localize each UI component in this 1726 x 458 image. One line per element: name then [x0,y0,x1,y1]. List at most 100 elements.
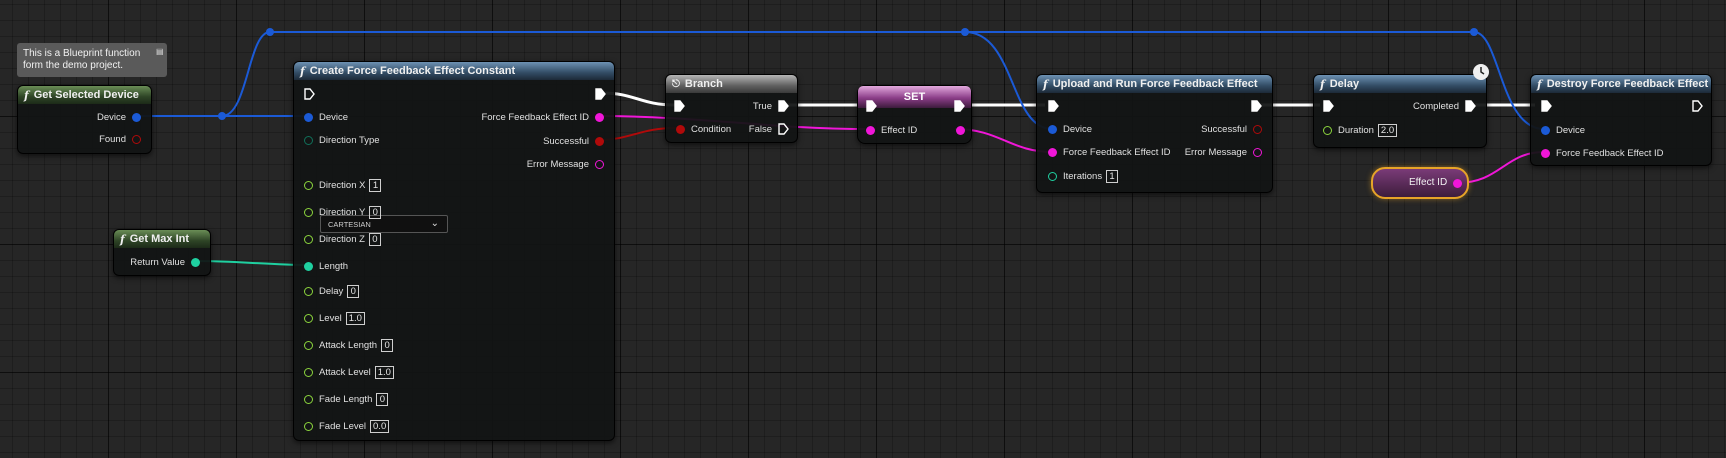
node-header[interactable]: f Get Selected Device [18,86,151,104]
iterations-value-box[interactable]: 1 [1106,169,1119,183]
reroute-knot[interactable] [1470,28,1478,36]
pin-direction-y-in[interactable]: Direction Y 0 [304,205,382,219]
effect-id-pin-icon[interactable] [1453,179,1462,188]
pin-direction-x-in[interactable]: Direction X 1 [304,178,382,192]
exec-out-pin-icon[interactable] [954,100,965,112]
int-pin-icon[interactable] [304,261,313,271]
exec-out-pin-icon[interactable] [1251,100,1262,112]
exec-in-pin-icon[interactable] [1048,100,1059,112]
node-upload-and-run-force-feedback-effect[interactable]: f Upload and Run Force Feedback Effect De… [1036,74,1273,193]
node-create-force-feedback-effect-constant[interactable]: f Create Force Feedback Effect Constant D… [293,61,615,441]
float-pin-icon[interactable] [304,286,313,296]
node-header[interactable]: f Delay [1314,75,1486,93]
fade-level-value-box[interactable]: 0.0 [370,419,390,433]
float-pin-icon[interactable] [304,421,313,431]
exec-in-pin-icon[interactable] [674,100,685,112]
exec-in-pin-icon[interactable] [1541,100,1552,112]
pin-found-out[interactable]: Found [99,132,141,146]
pin-device-in[interactable]: Device [1048,122,1092,136]
struct-pin-icon[interactable] [1541,125,1550,135]
struct-pin-icon[interactable] [304,112,313,122]
float-pin-icon[interactable] [304,180,313,190]
int-pin-icon[interactable] [191,257,200,267]
pin-length-in[interactable]: Length [304,259,348,273]
duration-value-box[interactable]: 2.0 [1377,123,1398,137]
effect-id-pin-icon[interactable] [866,125,875,135]
float-pin-icon[interactable] [304,234,313,244]
int-pin-icon[interactable] [1048,171,1057,181]
exec-out-pin-icon[interactable] [1692,100,1703,112]
delay-value-box[interactable]: 0 [347,284,360,298]
pin-false-out[interactable]: False [749,122,789,136]
direction-z-value-box[interactable]: 0 [368,232,381,246]
pin-fade-length-in[interactable]: Fade Length 0 [304,392,389,406]
node-header[interactable]: ⎋ Branch [666,75,797,93]
node-get-max-int[interactable]: f Get Max Int Return Value [113,229,211,276]
pin-duration-in[interactable]: Duration 2.0 [1323,123,1398,137]
pin-delay-in[interactable]: Delay 0 [304,284,360,298]
attack-level-value-box[interactable]: 1.0 [374,365,394,379]
node-header[interactable]: f Create Force Feedback Effect Constant [294,62,614,80]
float-pin-icon[interactable] [1323,125,1332,135]
node-effect-id-variable[interactable]: Effect ID [1371,167,1469,199]
string-pin-icon[interactable] [1253,147,1262,157]
exec-out-pin-icon[interactable] [595,88,606,100]
node-header[interactable]: f Destroy Force Feedback Effect [1531,75,1711,93]
pin-attack-level-in[interactable]: Attack Level 1.0 [304,365,394,379]
direction-y-value-box[interactable]: 0 [369,205,382,219]
pin-iterations-in[interactable]: Iterations 1 [1048,169,1119,183]
pin-error-message-out[interactable]: Error Message [527,157,604,171]
pin-level-in[interactable]: Level 1.0 [304,311,365,325]
pin-effect-id-in[interactable]: Force Feedback Effect ID [1048,145,1171,159]
struct-pin-icon[interactable] [132,112,141,122]
reroute-knot[interactable] [961,28,969,36]
comment-bubble-icon[interactable]: ▤ [156,47,164,57]
effect-id-out-pin-icon[interactable] [956,126,965,135]
exec-out-pin-icon[interactable] [778,100,789,112]
level-value-box[interactable]: 1.0 [345,311,365,325]
exec-in-pin-icon[interactable] [304,88,315,100]
exec-in-pin-icon[interactable] [866,100,877,112]
float-pin-icon[interactable] [304,394,313,404]
comment-box[interactable]: This is a Blueprint function form the de… [17,43,167,77]
exec-in-pin-icon[interactable] [1323,100,1334,112]
float-pin-icon[interactable] [304,340,313,350]
effect-id-pin-icon[interactable] [1048,147,1057,157]
pin-error-message-out[interactable]: Error Message [1185,145,1262,159]
pin-direction-type-in[interactable]: Direction Type [304,133,380,147]
effect-id-pin-icon[interactable] [595,112,604,122]
effect-id-pin-icon[interactable] [1541,148,1550,158]
reroute-knot[interactable] [218,112,226,120]
pin-fade-level-in[interactable]: Fade Level 0.0 [304,419,390,433]
string-pin-icon[interactable] [595,159,604,169]
pin-completed-out[interactable]: Completed [1413,99,1476,113]
pin-device-out[interactable]: Device [97,110,141,124]
node-branch[interactable]: ⎋ Branch Condition True False [665,74,798,143]
exec-out-pin-icon[interactable] [778,123,789,135]
pin-true-out[interactable]: True [753,99,789,113]
pin-attack-length-in[interactable]: Attack Length 0 [304,338,394,352]
pin-return-value-out[interactable]: Return Value [130,255,200,269]
pin-direction-z-in[interactable]: Direction Z 0 [304,232,381,246]
pin-effect-id-in[interactable]: Effect ID [866,123,917,137]
struct-pin-icon[interactable] [1048,124,1057,134]
float-pin-icon[interactable] [304,207,313,217]
pin-effect-id-in[interactable]: Force Feedback Effect ID [1541,146,1664,160]
fade-length-value-box[interactable]: 0 [376,392,389,406]
blueprint-graph-canvas[interactable]: This is a Blueprint function form the de… [0,0,1726,458]
node-destroy-force-feedback-effect[interactable]: f Destroy Force Feedback Effect Device Fo… [1530,74,1712,166]
bool-pin-icon[interactable] [132,134,141,144]
enum-pin-icon[interactable] [304,135,313,145]
pin-device-in[interactable]: Device [1541,123,1585,137]
node-header[interactable]: f Upload and Run Force Feedback Effect [1037,75,1272,93]
bool-pin-icon[interactable] [676,124,685,134]
node-delay[interactable]: f Delay Completed Duration 2.0 [1313,74,1487,148]
attack-length-value-box[interactable]: 0 [381,338,394,352]
direction-x-value-box[interactable]: 1 [369,178,382,192]
node-header[interactable]: f Get Max Int [114,230,210,248]
reroute-knot[interactable] [266,28,274,36]
bool-pin-icon[interactable] [1253,124,1262,134]
node-get-selected-device[interactable]: f Get Selected Device Device Found [17,85,152,154]
pin-effect-id-out[interactable]: Force Feedback Effect ID [481,110,604,124]
pin-condition-in[interactable]: Condition [676,122,731,136]
